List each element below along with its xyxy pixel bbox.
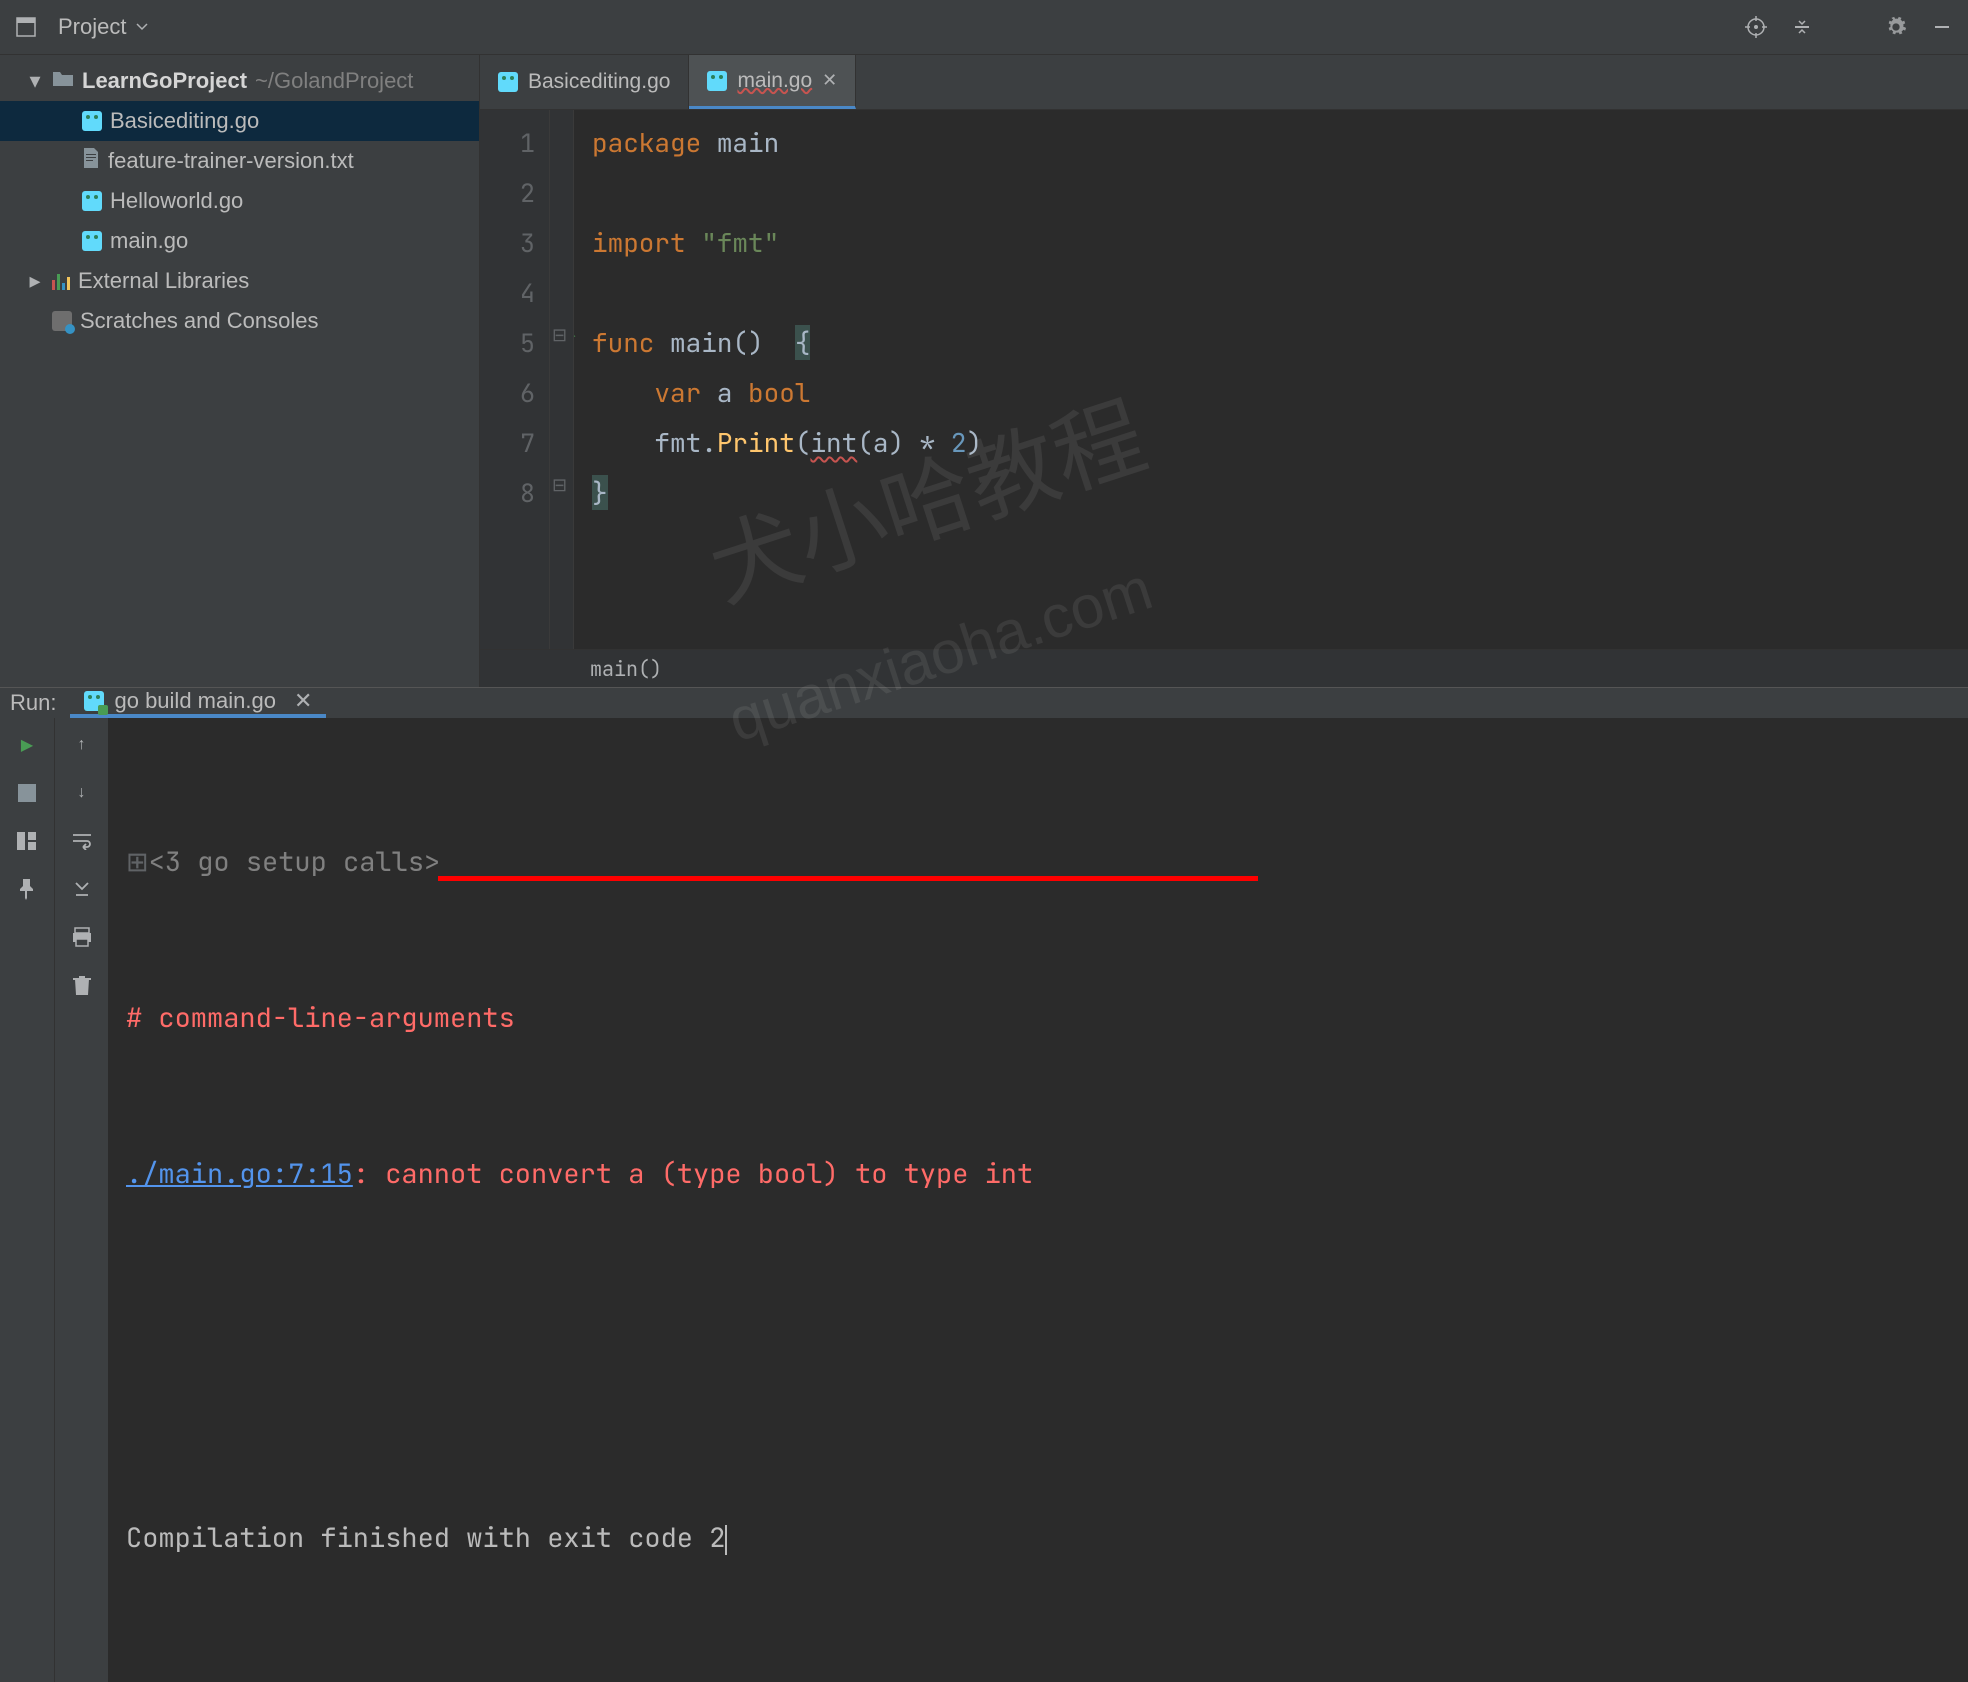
project-tree: ▾ LearnGoProject ~/GolandProject Basiced… <box>0 55 479 341</box>
run-tab[interactable]: go build main.go ✕ <box>70 688 326 718</box>
tree-file-helloworld[interactable]: Helloworld.go <box>0 181 479 221</box>
go-file-icon <box>82 191 102 211</box>
breadcrumb[interactable]: main() <box>480 649 1968 687</box>
scroll-to-end-icon[interactable] <box>69 876 95 902</box>
root-name: LearnGoProject <box>82 68 247 94</box>
rerun-icon[interactable]: ▶ <box>14 732 40 758</box>
tree-root[interactable]: ▾ LearnGoProject ~/GolandProject <box>0 61 479 101</box>
stop-icon[interactable] <box>14 780 40 806</box>
run-toolbar-left: ▶ <box>0 718 54 1682</box>
trash-icon[interactable] <box>69 972 95 998</box>
file-label: Basicediting.go <box>110 108 259 134</box>
run-label: Run: <box>10 690 56 716</box>
scratches-label: Scratches and Consoles <box>80 308 318 334</box>
run-header: Run: go build main.go ✕ <box>0 688 1968 718</box>
console-error-header: # command-line-arguments <box>126 992 1950 1044</box>
down-icon[interactable]: ↓ <box>69 780 95 806</box>
print-icon[interactable] <box>69 924 95 950</box>
fold-start-icon[interactable]: ⊟ <box>552 324 567 347</box>
tab-basicediting[interactable]: Basicediting.go <box>480 55 689 109</box>
target-icon[interactable] <box>1742 13 1770 41</box>
project-label: Project <box>58 14 126 40</box>
expand-icon[interactable]: ⊞ <box>126 844 149 880</box>
tab-main[interactable]: main.go ✕ <box>689 55 856 109</box>
collapse-icon[interactable] <box>1788 13 1816 41</box>
scratches-icon <box>52 311 72 331</box>
tree-file-basicediting[interactable]: Basicediting.go <box>0 101 479 141</box>
console-exit-line: Compilation finished with exit code 2 <box>126 1520 725 1556</box>
folder-icon <box>52 68 74 94</box>
libraries-icon <box>52 272 70 290</box>
chevron-down-icon: ▾ <box>26 68 44 94</box>
chevron-right-icon: ▸ <box>26 268 44 294</box>
soft-wrap-icon[interactable] <box>69 828 95 854</box>
file-label: main.go <box>110 228 188 254</box>
main-split: ▾ LearnGoProject ~/GolandProject Basiced… <box>0 55 1968 687</box>
window-icon <box>12 13 40 41</box>
fold-end-icon[interactable]: ⊟ <box>552 474 567 497</box>
code-editor[interactable]: 12345678 ▶ ⊟ ⊟ package main import "fmt"… <box>480 110 1968 649</box>
close-icon[interactable]: ✕ <box>294 688 312 714</box>
gear-icon[interactable] <box>1882 13 1910 41</box>
pin-icon[interactable] <box>14 876 40 902</box>
file-label: feature-trainer-version.txt <box>108 148 354 174</box>
up-icon[interactable]: ↑ <box>69 732 95 758</box>
tab-label: Basicediting.go <box>528 70 670 94</box>
close-icon[interactable]: ✕ <box>822 70 837 91</box>
go-file-icon <box>498 72 518 92</box>
editor-area: Basicediting.go main.go ✕ 12345678 ▶ ⊟ ⊟… <box>480 55 1968 687</box>
project-dropdown[interactable]: Project <box>58 14 148 40</box>
run-tab-label: go build main.go <box>114 688 275 714</box>
root-hint: ~/GolandProject <box>255 68 413 94</box>
breadcrumb-text: main() <box>590 656 662 682</box>
text-cursor <box>725 1525 727 1555</box>
tree-file-main[interactable]: main.go <box>0 221 479 261</box>
go-file-icon <box>707 71 727 91</box>
console-error-msg: : cannot convert a (type bool) to type i… <box>353 1156 1033 1192</box>
file-label: Helloworld.go <box>110 188 243 214</box>
top-toolbar: Project <box>0 0 1968 55</box>
editor-tabs: Basicediting.go main.go ✕ <box>480 55 1968 110</box>
go-file-icon <box>84 691 104 711</box>
tree-scratches[interactable]: Scratches and Consoles <box>0 301 479 341</box>
run-tool-window: Run: go build main.go ✕ ▶ ↑ ↓ ⊞<3 go set… <box>0 687 1968 1152</box>
console-error-link[interactable]: ./main.go:7:15 <box>126 1156 353 1192</box>
error-underline <box>438 876 1258 881</box>
console-output[interactable]: ⊞<3 go setup calls> # command-line-argum… <box>108 718 1968 1682</box>
ext-lib-label: External Libraries <box>78 268 249 294</box>
project-sidebar: ▾ LearnGoProject ~/GolandProject Basiced… <box>0 55 480 687</box>
minimize-icon[interactable] <box>1928 13 1956 41</box>
go-file-icon <box>82 111 102 131</box>
text-file-icon <box>82 147 100 175</box>
console-setup-line: <3 go setup calls> <box>149 844 441 880</box>
tree-external-libraries[interactable]: ▸ External Libraries <box>0 261 479 301</box>
layout-icon[interactable] <box>14 828 40 854</box>
tree-file-feature-trainer[interactable]: feature-trainer-version.txt <box>0 141 479 181</box>
fold-column: ⊟ ⊟ <box>550 110 574 649</box>
code-content[interactable]: package main import "fmt" func main() { … <box>574 110 1968 649</box>
go-file-icon <box>82 231 102 251</box>
run-toolbar-2: ↑ ↓ <box>54 718 108 1682</box>
tab-label: main.go <box>737 69 812 93</box>
line-gutter: 12345678 <box>480 110 550 649</box>
